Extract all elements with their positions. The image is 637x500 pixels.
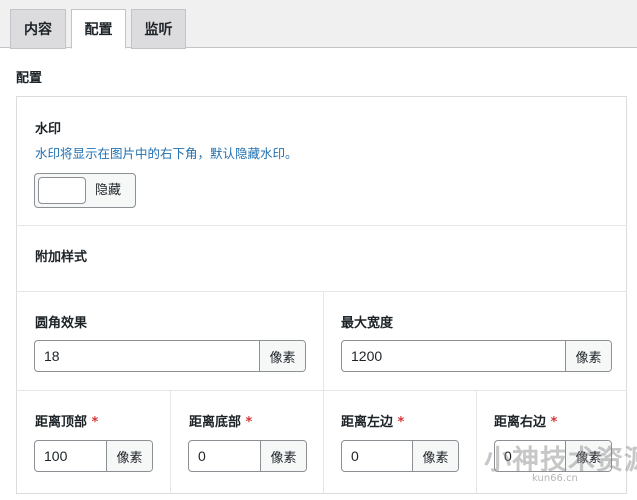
required-mark: * — [397, 415, 405, 430]
watermark-title: 水印 — [35, 122, 62, 137]
margin-bottom-group: 像素 — [188, 440, 307, 472]
max-width-unit: 像素 — [565, 341, 611, 371]
margin-top-input[interactable] — [35, 441, 106, 471]
margin-top-unit: 像素 — [106, 441, 152, 471]
divider — [323, 291, 324, 494]
watermark-description: 水印将显示在图片中的右下角，默认隐藏水印。 — [35, 146, 298, 161]
margin-bottom-label: 距离底部 * — [189, 411, 252, 430]
margin-right-input[interactable] — [495, 441, 565, 471]
corner-radius-group: 像素 — [34, 340, 306, 372]
margin-bottom-label-text: 距离底部 — [189, 415, 242, 430]
margin-top-label: 距离顶部 * — [35, 411, 98, 430]
required-mark: * — [91, 415, 99, 430]
margin-left-unit: 像素 — [412, 441, 458, 471]
corner-radius-label: 圆角效果 — [35, 316, 88, 331]
section-title: 配置 — [16, 71, 43, 86]
max-width-input[interactable] — [342, 341, 565, 371]
divider — [16, 291, 627, 292]
max-width-label: 最大宽度 — [341, 316, 394, 331]
divider — [16, 225, 627, 226]
divider — [16, 390, 627, 391]
corner-radius-unit: 像素 — [259, 341, 305, 371]
margin-right-label-text: 距离右边 — [494, 415, 547, 430]
margin-right-label: 距离右边 * — [494, 411, 557, 430]
required-mark: * — [245, 415, 253, 430]
margin-top-group: 像素 — [34, 440, 153, 472]
toggle-label: 隐藏 — [95, 183, 122, 198]
tab-bar: 内容 配置 监听 — [0, 0, 637, 49]
divider — [170, 390, 171, 494]
margin-bottom-input[interactable] — [189, 441, 260, 471]
margin-left-group: 像素 — [341, 440, 459, 472]
tab-config[interactable]: 配置 — [71, 9, 126, 49]
margin-left-label-text: 距离左边 — [341, 415, 394, 430]
corner-radius-input[interactable] — [35, 341, 259, 371]
margin-bottom-unit: 像素 — [260, 441, 306, 471]
toggle-knob — [38, 177, 86, 204]
margin-left-input[interactable] — [342, 441, 412, 471]
required-mark: * — [550, 415, 558, 430]
divider — [476, 390, 477, 494]
margin-right-unit: 像素 — [565, 441, 611, 471]
watermark-toggle[interactable]: 隐藏 — [34, 173, 136, 208]
margin-right-group: 像素 — [494, 440, 612, 472]
margin-left-label: 距离左边 * — [341, 411, 404, 430]
max-width-group: 像素 — [341, 340, 612, 372]
extra-style-title: 附加样式 — [35, 250, 88, 265]
margin-top-label-text: 距离顶部 — [35, 415, 88, 430]
tab-content[interactable]: 内容 — [10, 9, 66, 49]
tab-listen[interactable]: 监听 — [131, 9, 186, 49]
